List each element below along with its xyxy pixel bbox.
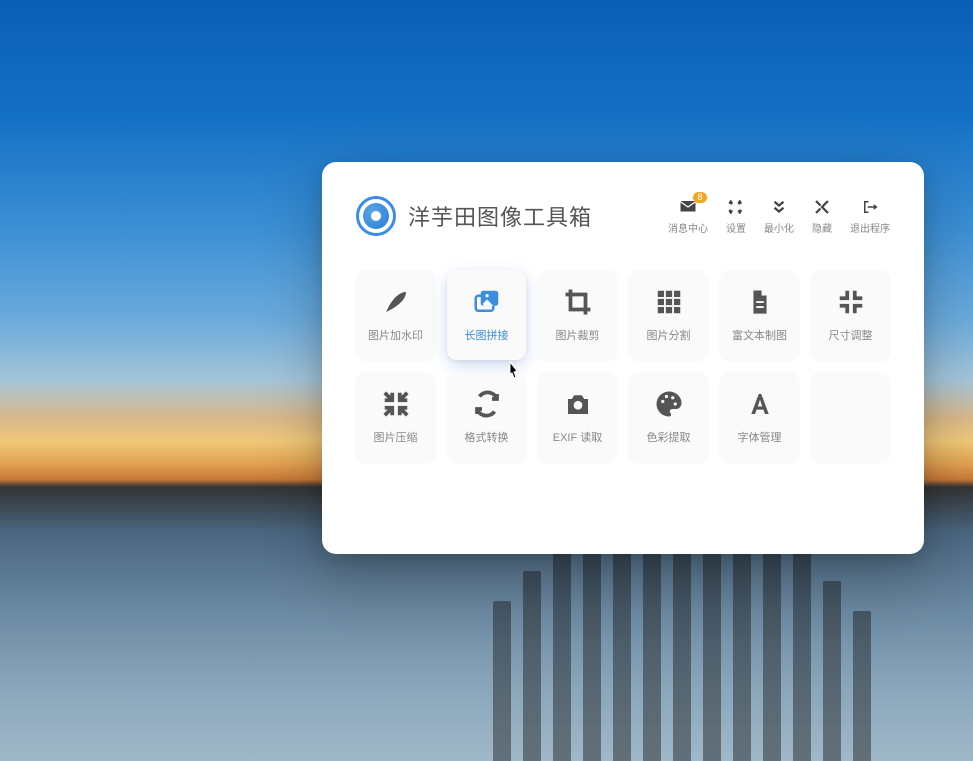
toolbar-label: 退出程序 [850,220,890,235]
tile-split[interactable]: 图片分割 [629,270,708,360]
toolbar-minimize[interactable]: 最小化 [764,198,794,235]
toolbar-label: 隐藏 [812,220,832,235]
tile-label: 格式转换 [465,429,509,445]
tile-label: EXIF 读取 [553,429,603,445]
tile-resize[interactable]: 尺寸调整 [811,270,890,360]
grid-icon [654,287,684,317]
toolbar-hide[interactable]: 隐藏 [808,198,836,235]
tile-long-image-stitch[interactable]: 长图拼接 [447,270,526,360]
collapse-icon [813,198,831,216]
tile-convert[interactable]: 格式转换 [447,372,526,462]
tools-icon [727,198,745,216]
toolbar-label: 设置 [726,220,746,235]
images-icon [472,287,502,317]
exit-icon [861,198,879,216]
tile-label: 尺寸调整 [829,327,873,343]
desktop-wallpaper: 洋芋田图像工具箱 8 消息中心 设置 [0,0,973,761]
tile-crop[interactable]: 图片裁剪 [538,270,617,360]
feather-icon [381,287,411,317]
tile-empty [811,372,890,462]
tile-label: 富文本制图 [732,327,787,343]
tile-compress[interactable]: 图片压缩 [356,372,435,462]
tile-label: 长图拼接 [465,327,509,343]
app-logo-icon [356,196,396,236]
tile-richtext[interactable]: 富文本制图 [720,270,799,360]
crop-icon [563,287,593,317]
toolbar-settings[interactable]: 设置 [722,198,750,235]
font-icon [745,389,775,419]
toolbar-exit[interactable]: 退出程序 [850,198,890,235]
chevrons-down-icon [770,198,788,216]
tile-label: 字体管理 [738,429,782,445]
toolbar-messages[interactable]: 8 消息中心 [668,198,708,235]
title-wrap: 洋芋田图像工具箱 [356,196,592,236]
window-header: 洋芋田图像工具箱 8 消息中心 设置 [356,196,890,236]
toolbar-label: 消息中心 [668,220,708,235]
app-window: 洋芋田图像工具箱 8 消息中心 设置 [322,162,924,554]
sync-icon [472,389,502,419]
tile-label: 图片裁剪 [556,327,600,343]
app-title: 洋芋田图像工具箱 [408,200,592,232]
camera-icon [563,389,593,419]
compress-icon [836,287,866,317]
tile-exif[interactable]: EXIF 读取 [538,372,617,462]
palette-icon [654,389,684,419]
notification-badge: 8 [693,192,707,204]
tile-label: 图片加水印 [368,327,423,343]
arrows-in-icon [381,389,411,419]
file-icon [745,287,775,317]
tools-grid: 图片加水印 长图拼接 图片裁剪 图片分割 [356,270,890,462]
tile-color-pick[interactable]: 色彩提取 [629,372,708,462]
tile-font-manage[interactable]: 字体管理 [720,372,799,462]
tile-label: 图片分割 [647,327,691,343]
tile-watermark[interactable]: 图片加水印 [356,270,435,360]
tile-label: 图片压缩 [374,429,418,445]
tile-label: 色彩提取 [647,429,691,445]
toolbar-label: 最小化 [764,220,794,235]
toolbar: 8 消息中心 设置 最小化 [668,198,890,235]
